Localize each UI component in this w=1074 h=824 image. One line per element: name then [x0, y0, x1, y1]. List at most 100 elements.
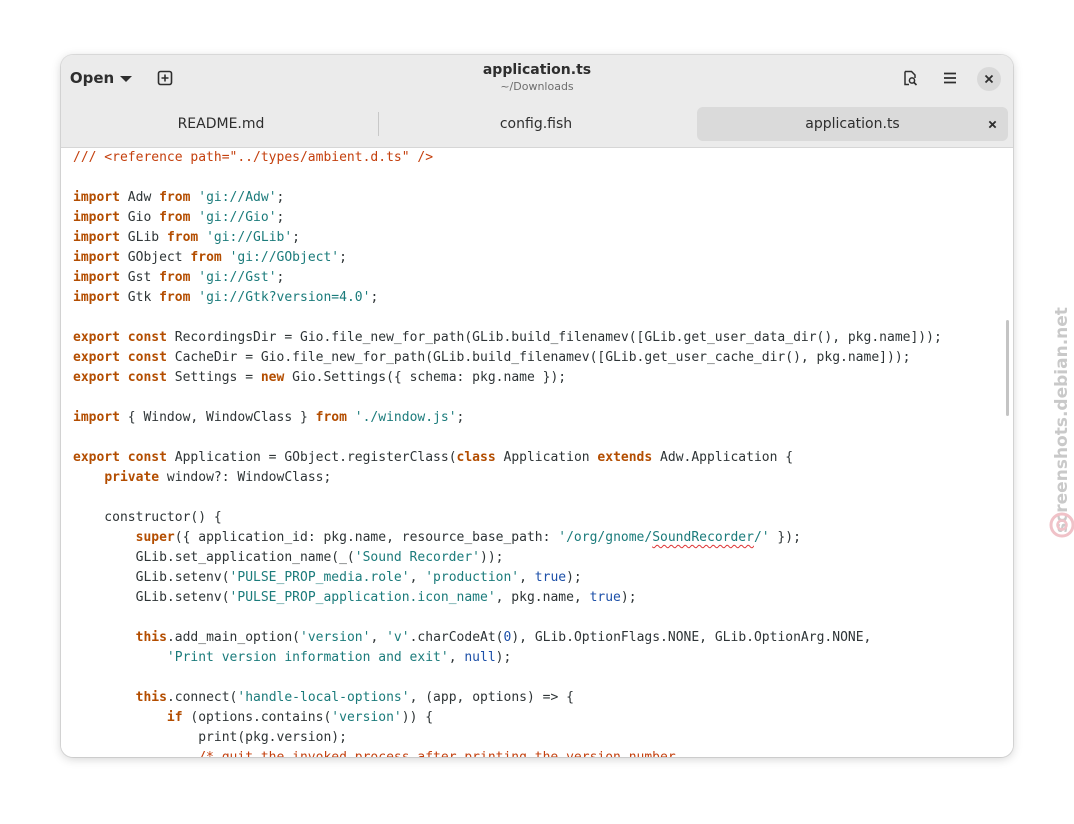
tab-label: config.fish [499, 116, 573, 132]
window-close-button[interactable] [977, 67, 1001, 91]
code-token: GLib [119, 230, 167, 245]
code-token: export [73, 330, 120, 345]
code-token: /' [753, 530, 770, 545]
tab-config-fish[interactable]: config.fish [381, 107, 691, 141]
code-token: CacheDir = Gio.file_new_for_path(GLib.bu… [166, 350, 911, 365]
code-token: new [260, 370, 285, 385]
code-token: .charCodeAt( [409, 630, 504, 645]
code-token: 'PULSE_PROP_application.icon_name' [229, 590, 496, 605]
code-token: Application [495, 450, 598, 465]
menu-icon [944, 72, 956, 84]
code-token: window?: WindowClass; [159, 470, 332, 485]
code-line: import GObject from 'gi://GObject'; [73, 248, 942, 268]
tab-label: README.md [177, 116, 265, 132]
code-token: super [135, 530, 175, 545]
code-token: )); [480, 550, 504, 565]
header-bar: Open application.ts ~/Downloads [61, 55, 1013, 101]
source-code: /// <reference path="../types/ambient.d.… [73, 148, 942, 757]
code-token: , [409, 570, 426, 585]
code-token: 'v' [386, 630, 410, 645]
code-token: if [166, 710, 183, 725]
code-token: 'production' [425, 570, 520, 585]
code-token: ); [495, 650, 512, 665]
code-token: ), GLib.OptionFlags.NONE, GLib.OptionArg… [511, 630, 872, 645]
code-line: GLib.set_application_name(_('Sound Recor… [73, 548, 942, 568]
code-token: , [370, 630, 387, 645]
code-token: from [159, 190, 191, 205]
document-search-icon [904, 70, 918, 86]
code-editor[interactable]: /// <reference path="../types/ambient.d.… [61, 148, 1013, 757]
tab-close-button[interactable] [984, 116, 1000, 132]
code-token: , [519, 570, 535, 585]
code-line: GLib.setenv('PULSE_PROP_application.icon… [73, 588, 942, 608]
code-token: from [166, 230, 199, 245]
code-token: Gio.Settings({ schema: pkg.name }); [284, 370, 567, 385]
find-button[interactable] [894, 62, 926, 94]
code-token: Settings = [166, 370, 261, 385]
tab-separator [378, 112, 379, 136]
code-token: Gst [119, 270, 160, 285]
window-title: application.ts [482, 62, 592, 78]
tab-application-ts[interactable]: application.ts [697, 107, 1008, 141]
code-token: true [534, 570, 567, 585]
code-token: ({ application_id: pkg.name, resource_ba… [174, 530, 559, 545]
code-line: private window?: WindowClass; [73, 468, 942, 488]
code-token: }); [769, 530, 801, 545]
code-token: private [104, 470, 160, 485]
tab-readme[interactable]: README.md [67, 107, 375, 141]
code-line: constructor() { [73, 508, 942, 528]
code-token: './window.js' [354, 410, 457, 425]
watermark-text: screenshots.debian.net [1052, 307, 1072, 533]
code-token: GLib.set_application_name(_( [73, 550, 355, 565]
code-line: export const CacheDir = Gio.file_new_for… [73, 348, 942, 368]
code-line: import GLib from 'gi://GLib'; [73, 228, 942, 248]
code-token: 'handle-local-options' [237, 690, 410, 705]
code-line: export const Application = GObject.regis… [73, 448, 942, 468]
code-token: ; [370, 290, 379, 305]
main-menu-button[interactable] [934, 62, 966, 94]
code-token: 'gi://Adw' [198, 190, 277, 205]
code-token: GObject [119, 250, 191, 265]
code-line: import Adw from 'gi://Adw'; [73, 188, 942, 208]
code-token: const [127, 350, 167, 365]
code-token: ; [276, 270, 285, 285]
code-token: import [73, 250, 120, 265]
code-line: this.add_main_option('version', 'v'.char… [73, 628, 942, 648]
code-token: { Window, WindowClass } [119, 410, 316, 425]
code-token: const [127, 330, 167, 345]
code-token: Gtk [119, 290, 160, 305]
code-token: /* quit the invoked process after printi… [198, 750, 675, 757]
code-token: '/org/gnome/ [558, 530, 653, 545]
code-token: ; [276, 190, 285, 205]
debian-swirl-icon [1049, 512, 1074, 538]
code-token: import [73, 290, 120, 305]
vertical-scrollbar[interactable] [1006, 320, 1009, 416]
code-token: from [159, 210, 191, 225]
code-token: GLib.setenv( [73, 590, 230, 605]
code-token: 'gi://GLib' [206, 230, 293, 245]
code-line: if (options.contains('version')) { [73, 708, 942, 728]
code-token: 'PULSE_PROP_media.role' [229, 570, 410, 585]
code-token: this [135, 630, 167, 645]
code-token: , (app, options) => { [409, 690, 574, 705]
code-token: RecordingsDir = Gio.file_new_for_path(GL… [166, 330, 942, 345]
code-token: const [127, 450, 167, 465]
code-token: import [73, 210, 120, 225]
code-line: this.connect('handle-local-options', (ap… [73, 688, 942, 708]
code-token: 'gi://Gio' [198, 210, 277, 225]
code-token: from [315, 410, 347, 425]
